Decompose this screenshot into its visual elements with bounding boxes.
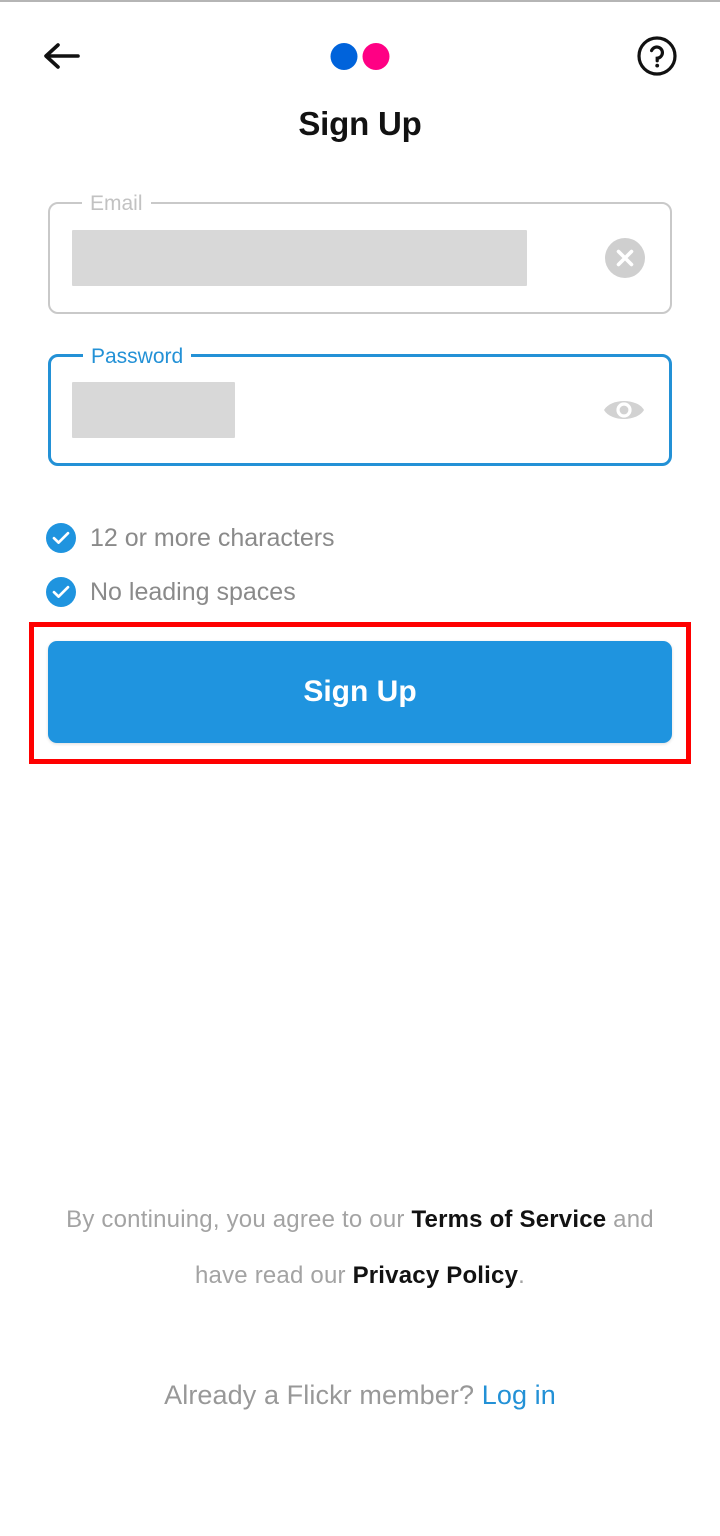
top-bar xyxy=(0,20,720,92)
privacy-policy-link[interactable]: Privacy Policy xyxy=(353,1262,519,1289)
legal-suffix: . xyxy=(518,1262,526,1289)
clear-email-button[interactable] xyxy=(602,235,648,281)
page-title: Sign Up xyxy=(298,105,422,142)
logo-dot-pink xyxy=(362,42,390,70)
clear-circle-icon xyxy=(605,238,645,278)
check-icon xyxy=(52,531,70,544)
legal-text: By continuing, you agree to our Terms of… xyxy=(40,1192,680,1304)
flickr-logo xyxy=(330,42,390,70)
signup-form: Email Password xyxy=(48,193,672,466)
email-field[interactable]: Email xyxy=(48,193,672,314)
password-requirements-list: 12 or more characters No leading spaces xyxy=(46,520,646,628)
password-requirement-label: No leading spaces xyxy=(90,578,296,606)
arrow-left-icon xyxy=(44,43,80,69)
password-input-value[interactable] xyxy=(72,382,235,438)
back-button[interactable] xyxy=(42,28,98,84)
terms-of-service-link[interactable]: Terms of Service xyxy=(411,1206,606,1233)
question-circle-icon xyxy=(637,36,677,76)
signup-screen: Sign Up Email Password 12 or more charac… xyxy=(0,0,720,1536)
login-prompt: Already a Flickr member? Log in xyxy=(0,1380,720,1411)
password-field[interactable]: Password xyxy=(48,346,672,466)
eye-icon xyxy=(604,401,644,419)
help-button[interactable] xyxy=(622,28,678,84)
password-requirement-item: 12 or more characters xyxy=(46,520,646,556)
check-circle-icon xyxy=(46,577,76,607)
email-input-value[interactable] xyxy=(72,230,527,286)
password-requirement-label: 12 or more characters xyxy=(90,524,335,552)
sign-up-button[interactable]: Sign Up xyxy=(48,641,672,743)
legal-prefix: By continuing, you agree to our xyxy=(66,1206,412,1233)
check-circle-icon xyxy=(46,523,76,553)
password-requirement-item: No leading spaces xyxy=(46,574,646,610)
toggle-password-visibility-button[interactable] xyxy=(601,387,647,433)
email-field-label: Email xyxy=(82,193,151,215)
password-field-label: Password xyxy=(83,346,192,368)
log-in-link[interactable]: Log in xyxy=(482,1380,556,1410)
login-prompt-text: Already a Flickr member? xyxy=(164,1380,475,1410)
check-icon xyxy=(52,585,70,598)
logo-dot-blue xyxy=(330,42,358,70)
